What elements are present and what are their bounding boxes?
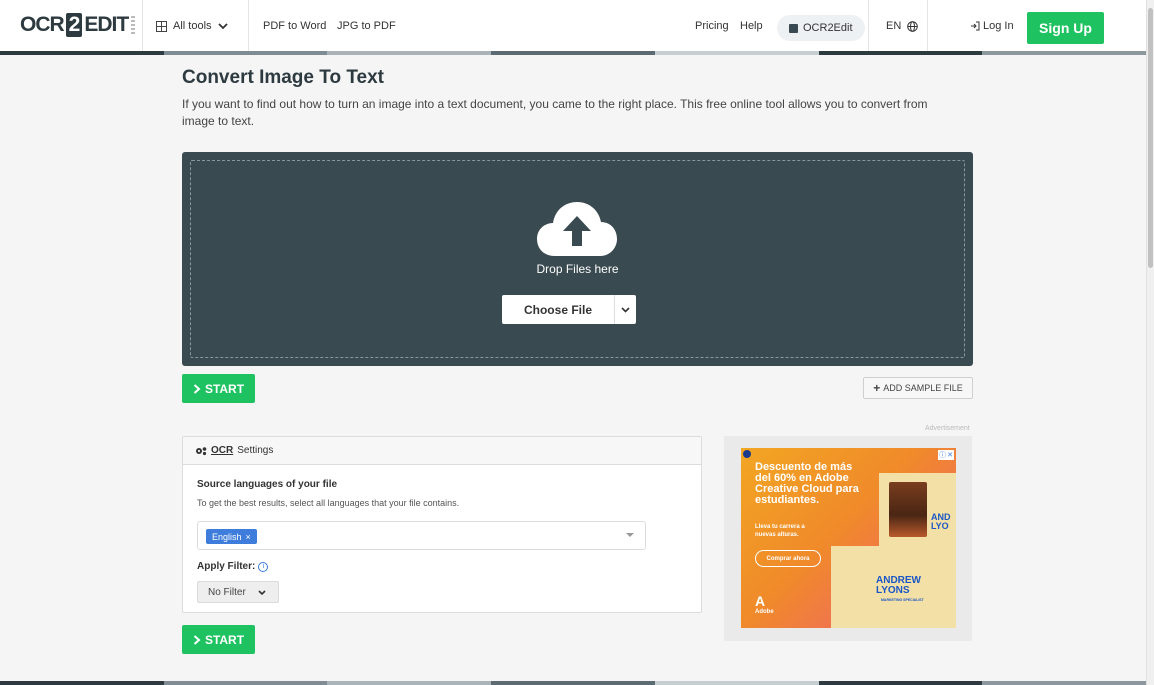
globe-icon [907, 20, 919, 32]
start-label: START [204, 381, 245, 396]
remove-tag-icon[interactable]: × [246, 532, 251, 542]
adobe-ad-banner[interactable]: ⓘ ✕ AND LYO ANDREW LYONS MARKETING SPECIAL… [741, 448, 956, 628]
all-tools-label: All tools [173, 20, 212, 32]
page-description: If you want to find out how to turn an i… [182, 97, 928, 128]
nav-link-label: Pricing [695, 20, 729, 32]
apply-filter-text: Apply Filter: [197, 561, 256, 572]
nav-link-jpg-to-pdf[interactable]: JPG to PDF [337, 20, 396, 32]
footer-color-stripe [0, 681, 1147, 685]
cloud-upload-icon [537, 202, 617, 256]
source-languages-hint: To get the best results, select all lang… [197, 498, 460, 508]
add-sample-label: ADD SAMPLE FILE [883, 383, 963, 393]
ocr-settings-header: OCR Settings [183, 437, 701, 465]
settings-title-ocr: OCR [211, 445, 234, 456]
file-dropzone[interactable]: Drop Files here Choose File [182, 152, 973, 366]
ad-brand: Adobe [755, 609, 774, 615]
advertisement-label: Advertisement [925, 425, 970, 432]
nav-divider [248, 0, 249, 52]
logo-text-2: 2 [65, 13, 83, 37]
start-button-bottom[interactable]: START [182, 625, 255, 654]
nav-link-pricing[interactable]: Pricing [695, 20, 729, 32]
dropdown-caret-icon[interactable] [626, 533, 634, 537]
chevron-down-icon [621, 306, 630, 313]
info-icon[interactable]: i [258, 561, 269, 572]
filter-select[interactable]: No Filter [197, 581, 279, 603]
chevron-down-icon [258, 589, 266, 595]
nav-link-label: JPG to PDF [337, 20, 396, 32]
apply-filter-label: Apply Filter: i [197, 561, 269, 572]
all-tools-menu[interactable]: All tools [156, 20, 228, 32]
ad-choices-icon [743, 450, 751, 458]
close-icon: ✕ [947, 452, 953, 459]
ad-cta-button[interactable]: Comprar ahora [755, 550, 821, 567]
gears-icon [196, 446, 207, 455]
ocr2edit-logo[interactable]: OCR 2 EDIT [20, 13, 136, 37]
dropzone-border [190, 160, 965, 358]
language-selector[interactable]: EN [886, 20, 919, 32]
ad-portrait-image [889, 482, 927, 537]
start-label: START [204, 632, 245, 647]
source-languages-label: Source languages of your file [197, 479, 338, 490]
nav-divider [927, 0, 928, 52]
start-button-top[interactable]: START [182, 374, 255, 403]
nav-divider [868, 0, 869, 52]
login-label: Log In [983, 20, 1014, 32]
ad-name-partial-line-2: LYO [931, 521, 949, 531]
nav-link-help[interactable]: Help [740, 20, 763, 32]
logo-text-edit: EDIT [84, 13, 129, 36]
choose-file-button[interactable]: Choose File [502, 295, 636, 324]
info-icon: ⓘ [939, 452, 947, 459]
ad-headline: Descuento de más del 60% en Adobe Creati… [755, 461, 859, 506]
page-title: Convert Image To Text [182, 67, 384, 88]
logo-dots-decoration [131, 16, 136, 34]
ad-role: MARKETING SPECIALIST [881, 598, 924, 602]
nav-link-label: PDF to Word [263, 20, 327, 32]
language-tag-label: English [212, 531, 242, 542]
ocr2edit-icon [789, 23, 798, 33]
grid-icon [156, 20, 167, 32]
ad-subtext: Lleva tu carrera a nuevas alturas. [755, 524, 805, 538]
sign-up-button[interactable]: Sign Up [1027, 12, 1104, 44]
filter-value: No Filter [208, 586, 246, 598]
settings-title-rest: Settings [237, 445, 274, 456]
login-icon [971, 21, 980, 31]
add-sample-file-button[interactable]: + ADD SAMPLE FILE [863, 377, 973, 399]
ad-close-button[interactable]: ⓘ ✕ [938, 450, 954, 460]
choose-file-label: Choose File [523, 302, 592, 317]
choose-file-dropdown-toggle[interactable] [614, 295, 636, 324]
ocr2edit-button[interactable]: OCR2Edit [777, 15, 865, 41]
ad-name: ANDREW LYONS [876, 575, 921, 596]
nav-link-pdf-to-word[interactable]: PDF to Word [263, 20, 326, 32]
language-tag-english: English × [206, 529, 257, 544]
drop-files-text: Drop Files here [536, 262, 619, 276]
ocr2edit-label: OCR2Edit [803, 22, 853, 34]
chevron-right-icon [193, 383, 201, 394]
top-navbar: OCR 2 EDIT All tools PDF to Word JPG to … [0, 0, 1147, 55]
chevron-right-icon [193, 634, 201, 645]
header-color-stripe [0, 51, 1147, 55]
vertical-scrollbar[interactable] [1146, 0, 1154, 685]
language-label: EN [886, 20, 902, 32]
advertisement-container: ⓘ ✕ AND LYO ANDREW LYONS MARKETING SPECIAL… [724, 436, 972, 641]
adobe-logo-icon: A [755, 593, 766, 609]
ad-name-partial: AND LYO [931, 513, 951, 531]
scrollbar-thumb[interactable] [1148, 8, 1153, 268]
ocr-settings-panel: OCR Settings Source languages of your fi… [182, 436, 702, 613]
language-multiselect[interactable]: English × [197, 521, 646, 550]
nav-divider [142, 0, 143, 52]
login-link[interactable]: Log In [970, 20, 1014, 32]
chevron-down-icon [217, 22, 228, 29]
nav-link-label: Help [740, 20, 763, 32]
logo-text-ocr: OCR [20, 13, 65, 36]
plus-icon: + [873, 381, 881, 395]
